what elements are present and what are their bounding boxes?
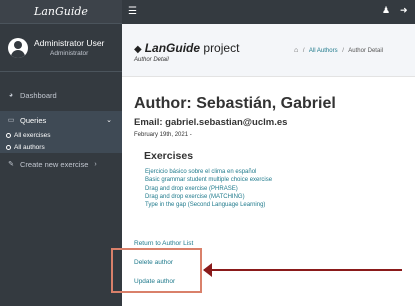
nav-queries[interactable]: ▭ Queries ⌄ [0, 111, 122, 129]
nav-sub-all-exercises[interactable]: All exercises [0, 129, 122, 141]
author-email: Email: gabriel.sebastian@uclm.es [134, 117, 288, 128]
chevron-right-icon: › [94, 160, 97, 168]
nav-queries-label: Queries [20, 115, 47, 125]
hamburger-icon[interactable]: ☰ [128, 6, 137, 18]
app-suffix: project [203, 41, 240, 55]
exercise-link[interactable]: Drag and drop exercise (PHRASE) [145, 185, 272, 193]
page-title: ◆ LanGuide project [134, 41, 239, 55]
edit-icon: ✎ [8, 161, 14, 168]
content-header: ◆ LanGuide project Author Detail ⌂ / All … [122, 24, 415, 74]
monitor-icon: ▭ [7, 117, 15, 124]
exercise-link[interactable]: Basic grammar student multiple choice ex… [145, 176, 272, 184]
exercise-link[interactable]: Type in the gap (Second Language Learnin… [145, 201, 272, 209]
logout-icon[interactable]: ➜ [400, 5, 408, 16]
highlight-box [111, 248, 202, 293]
breadcrumb-separator: / [302, 48, 305, 54]
author-title: Author: Sebastián, Gabriel [134, 95, 336, 112]
nav-sub-all-authors[interactable]: All authors [0, 141, 122, 153]
exercise-link[interactable]: Ejercicio básico sobre el clima en españ… [145, 168, 272, 176]
arrow-left-icon [203, 263, 212, 277]
page-subtitle: Author Detail [134, 57, 169, 63]
nav-dashboard-label: Dashboard [20, 90, 57, 100]
graduation-cap-icon: ◆ [134, 44, 142, 55]
avatar [8, 37, 28, 58]
author-date: February 19th, 2021 - [134, 132, 192, 138]
return-to-author-list-link[interactable]: Return to Author List [134, 240, 193, 247]
home-icon[interactable]: ⌂ [294, 47, 298, 54]
breadcrumb-separator: / [342, 48, 344, 54]
app-name: LanGuide [144, 41, 201, 55]
nav-create-label: Create new exercise [20, 159, 89, 169]
user-icon[interactable]: ♟ [382, 5, 390, 16]
circle-icon [6, 132, 11, 138]
circle-icon [6, 144, 11, 150]
nav-sub-label: All exercises [14, 131, 51, 139]
chevron-down-icon: ⌄ [106, 117, 112, 124]
breadcrumb-all-authors[interactable]: All Authors [309, 48, 338, 54]
user-name[interactable]: Administrator User [34, 38, 104, 48]
exercise-list: Ejercicio básico sobre el clima en españ… [145, 168, 272, 209]
user-panel: Administrator User Administrator [0, 24, 122, 72]
exercise-link[interactable]: Drag and drop exercise (MATCHING) [145, 193, 272, 201]
nav-create-exercise[interactable]: ✎ Create new exercise › [0, 155, 122, 173]
sidebar: LanGuide Administrator User Administrato… [0, 0, 122, 306]
exercises-heading: Exercises [144, 150, 194, 162]
user-info: Administrator User Administrator [34, 38, 104, 57]
annotation-arrow-line [204, 269, 402, 271]
breadcrumb: ⌂ / All Authors / Author Detail [294, 47, 383, 54]
dashboard-icon: ◕ [8, 91, 14, 99]
top-navbar: ☰ ♟ ➜ [122, 0, 415, 24]
breadcrumb-current: Author Detail [348, 48, 383, 54]
user-role: Administrator [50, 50, 89, 57]
nav-dashboard[interactable]: ◕ Dashboard [0, 86, 122, 104]
nav-sub-label: All authors [14, 143, 45, 151]
brand-logo[interactable]: LanGuide [0, 0, 122, 24]
